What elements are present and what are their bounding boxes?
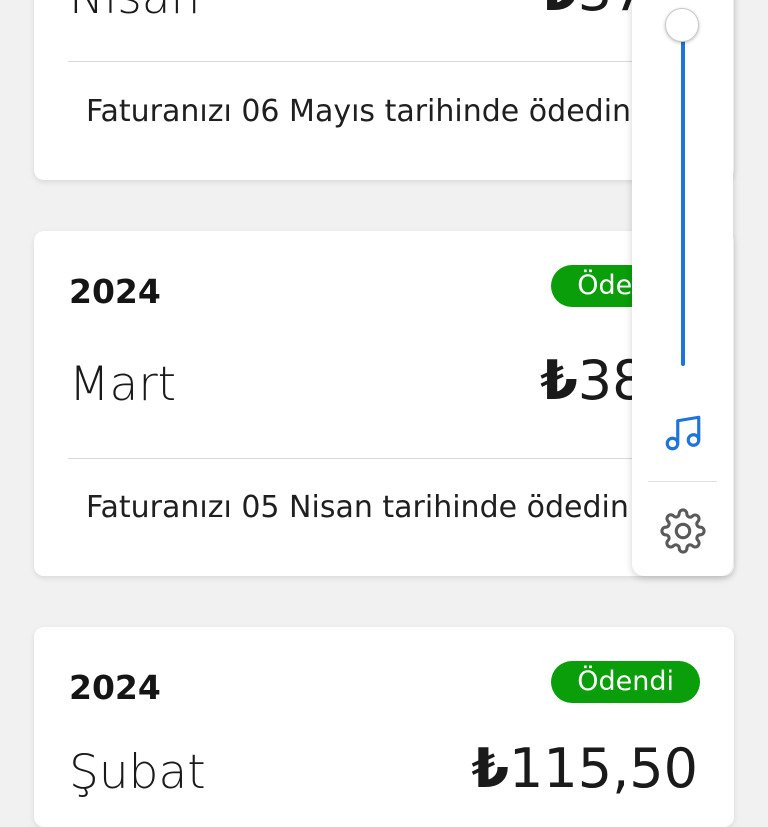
volume-panel — [632, 0, 733, 576]
currency-symbol: ₺ — [540, 0, 578, 23]
gear-icon[interactable] — [660, 508, 706, 554]
bill-month: Şubat — [69, 745, 206, 800]
currency-symbol: ₺ — [471, 737, 510, 800]
volume-panel-divider — [648, 481, 717, 482]
currency-symbol: ₺ — [540, 349, 578, 412]
volume-slider-track[interactable] — [681, 20, 685, 366]
bill-month: Nisan — [69, 0, 200, 25]
bill-due-text: Faturanızı 06 Mayıs tarihinde ödedin — [86, 94, 632, 129]
music-note-icon[interactable] — [662, 412, 704, 454]
bill-year: 2024 — [69, 272, 161, 311]
paid-status-badge: Ödendi — [551, 661, 700, 703]
volume-slider-thumb[interactable] — [665, 8, 699, 42]
bill-amount: ₺115,50 — [471, 737, 698, 800]
card-divider — [68, 458, 700, 459]
bill-card[interactable]: Nisan ₺372, Faturanızı 06 Mayıs tarihind… — [34, 0, 734, 180]
bill-card[interactable]: 2024 Ödendi Mart ₺383, Faturanızı 05 Nis… — [34, 231, 734, 576]
bill-card[interactable]: 2024 Ödendi Şubat ₺115,50 — [34, 627, 734, 827]
bill-due-text: Faturanızı 05 Nisan tarihinde ödedin — [86, 490, 629, 525]
amount-value: 115,50 — [509, 737, 698, 800]
bill-year: 2024 — [69, 668, 161, 707]
card-divider — [68, 61, 700, 62]
bill-month: Mart — [69, 357, 177, 412]
